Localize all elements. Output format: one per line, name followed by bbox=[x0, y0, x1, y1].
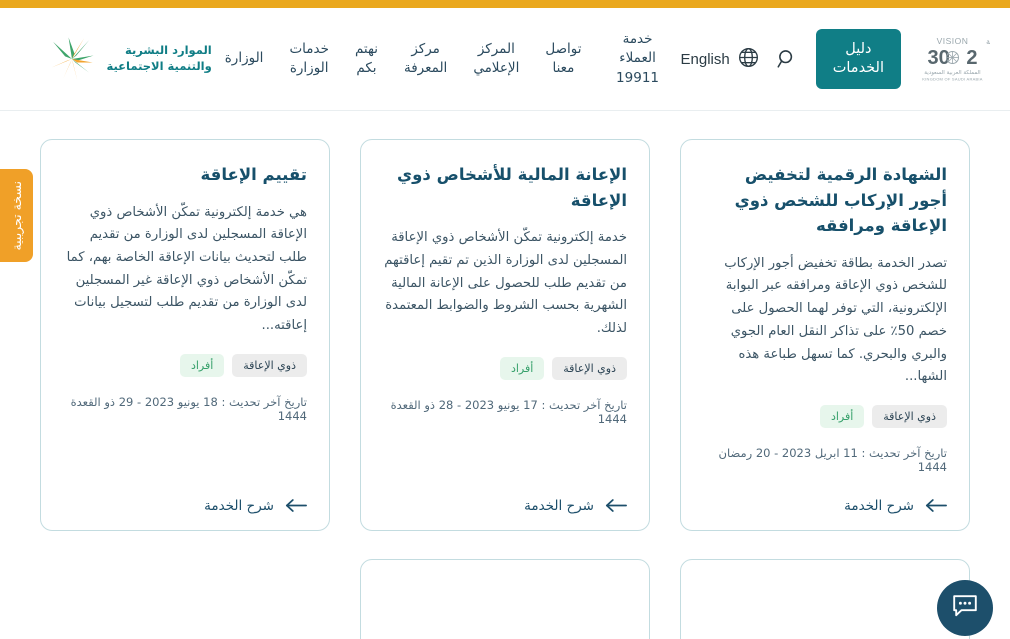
nav-item-we-care[interactable]: نهتم بكم bbox=[342, 36, 391, 82]
service-card[interactable]: تقييم الإعاقة هي خدمة إلكترونية تمكّن ال… bbox=[40, 139, 330, 531]
service-details-link[interactable]: شرح الخدمة bbox=[63, 488, 307, 514]
beta-version-label: نسخة تجريبية bbox=[9, 181, 24, 251]
service-card-next-row[interactable] bbox=[680, 559, 970, 639]
ministry-star-logo bbox=[46, 34, 98, 84]
arrow-left-icon bbox=[285, 498, 307, 513]
status-badge[interactable]: أفراد bbox=[500, 357, 544, 380]
vision-2030-logo: VISION رؤية 2 30 المملكة العربية السعودي… bbox=[915, 33, 990, 85]
chat-widget-button[interactable] bbox=[937, 580, 993, 636]
nav-item-media-center[interactable]: المركز الإعلامي bbox=[460, 36, 532, 82]
service-card[interactable]: الإعانة المالية للأشخاص ذوي الإعاقة خدمة… bbox=[360, 139, 650, 531]
service-card-title: الإعانة المالية للأشخاص ذوي الإعاقة bbox=[383, 162, 627, 213]
services-grid: شرح الخدمة شرح الخدمة bbox=[0, 111, 1010, 639]
service-details-link[interactable]: شرح الخدمة bbox=[703, 488, 947, 514]
service-card-tags: ذوي الإعاقة أفراد bbox=[703, 405, 947, 428]
services-guide-button[interactable]: دليل الخدمات bbox=[816, 29, 901, 89]
service-card-tags: ذوي الإعاقة أفراد bbox=[63, 354, 307, 377]
top-accent-bar bbox=[0, 0, 1010, 8]
service-details-link[interactable]: شرح الخدمة bbox=[383, 488, 627, 514]
svg-text:المملكة العربية السعودية: المملكة العربية السعودية bbox=[924, 69, 981, 76]
nav-item-customer-service[interactable]: خدمة العملاء 19911 bbox=[595, 26, 681, 91]
service-card-next-row[interactable] bbox=[360, 559, 650, 639]
svg-text:KINGDOM OF SAUDI ARABIA: KINGDOM OF SAUDI ARABIA bbox=[922, 77, 983, 82]
status-badge[interactable]: أفراد bbox=[820, 405, 864, 428]
ministry-brand-text: الموارد البشرية والتنمية الاجتماعية bbox=[107, 43, 212, 75]
language-label: English bbox=[681, 51, 730, 68]
beta-version-tab[interactable]: نسخة تجريبية bbox=[0, 169, 33, 262]
status-badge[interactable]: أفراد bbox=[180, 354, 224, 377]
header-tools: English bbox=[681, 46, 798, 73]
nav-item-contact-us[interactable]: تواصل معنا bbox=[532, 36, 594, 82]
status-badge[interactable]: ذوي الإعاقة bbox=[872, 405, 947, 428]
service-card-description: تصدر الخدمة بطاقة تخفيض أجور الإركاب للش… bbox=[703, 253, 947, 389]
service-card-tags: ذوي الإعاقة أفراد bbox=[383, 357, 627, 380]
main-navigation: خدمة العملاء 19911 تواصل معنا المركز الإ… bbox=[212, 26, 681, 91]
service-card-date: تاريخ آخر تحديث : 17 يونيو 2023 - 28 ذو … bbox=[383, 398, 627, 426]
ministry-brand[interactable]: الموارد البشرية والتنمية الاجتماعية bbox=[46, 34, 212, 84]
service-card-title: الشهادة الرقمية لتخفيض أجور الإركاب للشخ… bbox=[703, 162, 947, 239]
nav-item-ministry[interactable]: الوزارة bbox=[212, 45, 277, 72]
svg-text:رؤية: رؤية bbox=[986, 37, 990, 46]
globe-icon bbox=[737, 46, 760, 73]
nav-item-ministry-services[interactable]: خدمات الوزارة bbox=[276, 36, 342, 82]
service-details-label: شرح الخدمة bbox=[844, 498, 914, 514]
service-details-label: شرح الخدمة bbox=[204, 498, 274, 514]
service-card-description: هي خدمة إلكترونية تمكّن الأشخاص ذوي الإع… bbox=[63, 202, 307, 338]
ministry-brand-line2: والتنمية الاجتماعية bbox=[107, 59, 212, 75]
service-card-date: تاريخ آخر تحديث : 18 يونيو 2023 - 29 ذو … bbox=[63, 395, 307, 423]
grid-empty-slot bbox=[40, 559, 330, 639]
services-results-area: شرح الخدمة شرح الخدمة bbox=[0, 111, 1010, 639]
arrow-left-icon bbox=[605, 498, 627, 513]
ministry-brand-line1: الموارد البشرية bbox=[107, 43, 212, 59]
arrow-left-icon bbox=[925, 498, 947, 513]
service-card[interactable]: الشهادة الرقمية لتخفيض أجور الإركاب للشخ… bbox=[680, 139, 970, 531]
service-card-description: خدمة إلكترونية تمكّن الأشخاص ذوي الإعاقة… bbox=[383, 227, 627, 341]
svg-text:VISION: VISION bbox=[937, 36, 969, 46]
service-details-label: شرح الخدمة bbox=[524, 498, 594, 514]
language-switch[interactable]: English bbox=[681, 46, 760, 73]
chat-bubble-icon bbox=[951, 593, 979, 623]
status-badge[interactable]: ذوي الإعاقة bbox=[232, 354, 307, 377]
nav-item-knowledge-center[interactable]: مركز المعرفة bbox=[391, 36, 460, 82]
search-icon[interactable] bbox=[776, 48, 798, 70]
status-badge[interactable]: ذوي الإعاقة bbox=[552, 357, 627, 380]
service-card-date: تاريخ آخر تحديث : 11 ابريل 2023 - 20 رمض… bbox=[703, 446, 947, 474]
service-card-title: تقييم الإعاقة bbox=[63, 162, 307, 188]
site-header: VISION رؤية 2 30 المملكة العربية السعودي… bbox=[0, 8, 1010, 111]
